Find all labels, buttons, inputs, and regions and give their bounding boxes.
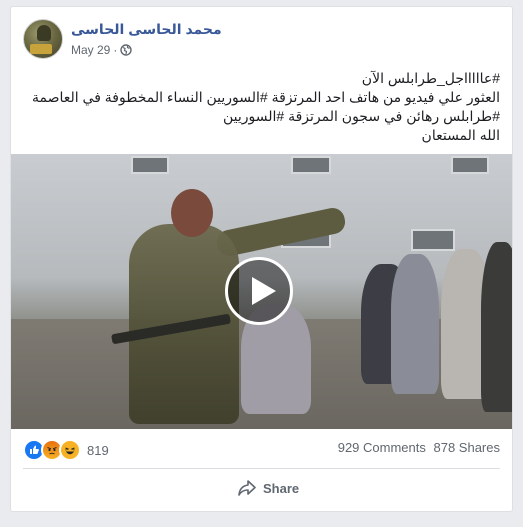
post-text-line: #عاااااجل_طرابلس الآن <box>361 70 500 86</box>
avatar-badge <box>30 44 52 54</box>
author-name[interactable]: محمد الحاسى الحاسى <box>71 21 222 38</box>
play-button[interactable] <box>225 257 293 325</box>
post-header: محمد الحاسى الحاسى May 29 · <box>23 19 493 61</box>
shares-count[interactable]: 878 Shares <box>434 440 501 455</box>
globe-icon[interactable] <box>120 44 133 56</box>
video-player[interactable] <box>11 154 512 429</box>
post-card: محمد الحاسى الحاسى May 29 · #عاااااجل_طر… <box>10 6 513 512</box>
video-scene-person <box>391 254 439 394</box>
video-scene-window <box>411 229 455 251</box>
reactions-summary[interactable]: 819 <box>23 439 109 461</box>
video-scene-window <box>451 156 489 174</box>
share-button[interactable]: Share <box>237 479 299 497</box>
reactions-count[interactable]: 819 <box>87 443 109 458</box>
post-text: #عاااااجل_طرابلس الآن العثور علي فيديو م… <box>20 69 500 145</box>
post-meta: May 29 · <box>71 43 133 57</box>
video-scene-soldier-head <box>171 189 213 237</box>
post-stats: 819 929 Comments 878 Shares <box>23 437 500 461</box>
avatar-figure <box>37 25 51 41</box>
post-text-line: العثور علي فيديو من هاتف احد المرتزقة #ا… <box>32 89 500 105</box>
actions-divider <box>23 468 500 469</box>
post-text-line: #طرابلس رهائن في سجون المرتزقة #السوريين <box>223 108 500 124</box>
post-date[interactable]: May 29 <box>71 43 110 57</box>
video-scene-window <box>291 156 331 174</box>
comments-count[interactable]: 929 Comments <box>338 440 426 455</box>
share-label: Share <box>263 480 300 496</box>
engagement-counts: 929 Comments 878 Shares <box>334 440 500 455</box>
avatar[interactable] <box>23 19 63 59</box>
video-scene-window <box>131 156 169 174</box>
share-icon <box>238 480 256 496</box>
haha-icon <box>59 439 81 461</box>
play-icon <box>252 277 276 305</box>
video-scene-person <box>481 242 512 412</box>
post-text-line: الله المستعان <box>421 127 500 143</box>
meta-separator: · <box>113 43 118 57</box>
